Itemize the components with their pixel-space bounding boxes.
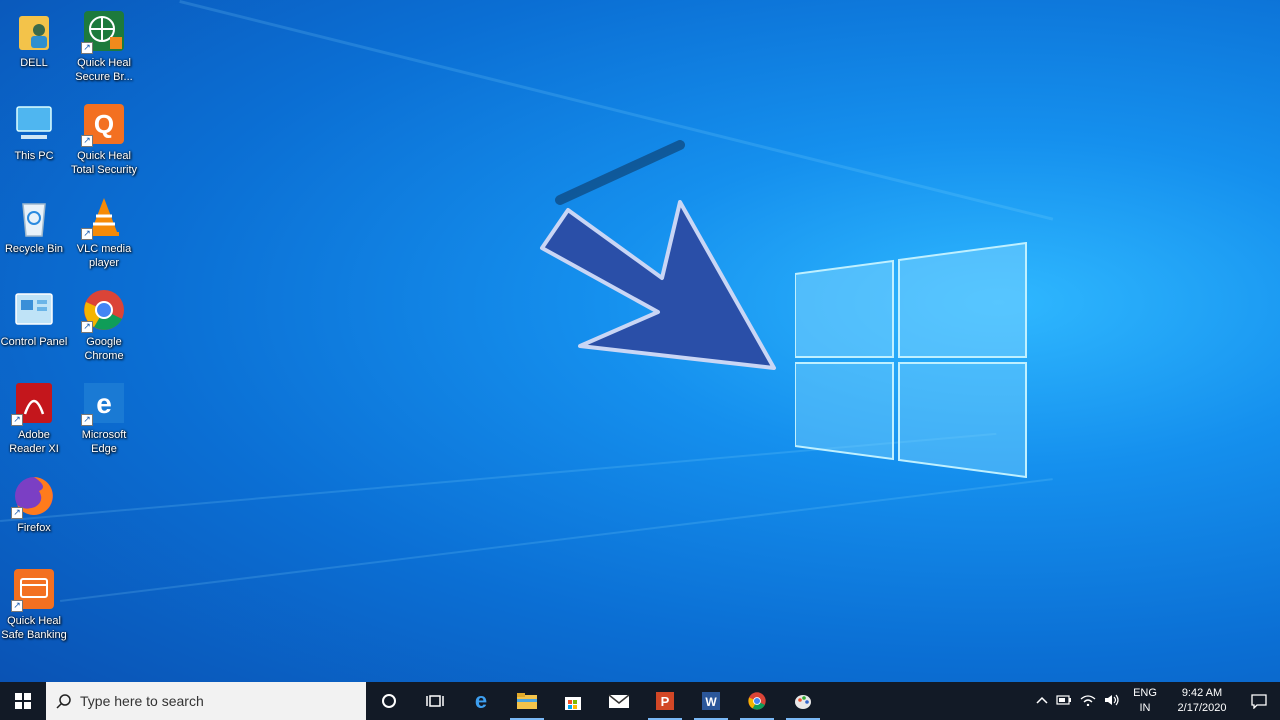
- clock-time: 9:42 AM: [1181, 687, 1223, 699]
- taskbar-word[interactable]: W: [688, 682, 734, 720]
- search-icon: [56, 694, 71, 709]
- taskbar-mail[interactable]: [596, 682, 642, 720]
- desktop-icon-quick-heal[interactable]: Q ↗ Quick Heal Total Security: [70, 101, 138, 177]
- taskbar-file-explorer[interactable]: [504, 682, 550, 720]
- desktop-icon-safe-banking[interactable]: ↗ Quick Heal Safe Banking: [0, 566, 68, 642]
- quick-heal-icon: Q ↗: [81, 101, 127, 147]
- windows-start-icon: [15, 693, 31, 709]
- language-code: ENG: [1133, 687, 1157, 699]
- svg-text:W: W: [705, 695, 717, 709]
- paint-icon: [795, 695, 811, 709]
- svg-text:Q: Q: [94, 109, 114, 139]
- shortcut-arrow-icon: ↗: [11, 414, 23, 426]
- desktop-icon-edge[interactable]: e ↗ Microsoft Edge: [70, 380, 138, 456]
- safe-banking-icon: ↗: [11, 566, 57, 612]
- task-view-button[interactable]: [412, 682, 458, 720]
- taskbar-edge[interactable]: e: [458, 682, 504, 720]
- volume-icon: [1105, 694, 1119, 705]
- desktop-icon-label: Quick Heal Safe Banking: [1, 615, 67, 641]
- shortcut-arrow-icon: ↗: [11, 507, 23, 519]
- powerpoint-icon: P: [656, 692, 674, 710]
- word-icon: W: [702, 692, 720, 710]
- svg-text:e: e: [96, 388, 112, 419]
- recycle-bin-icon: [11, 194, 57, 240]
- edge-icon: e ↗: [81, 380, 127, 426]
- cortana-button[interactable]: [366, 682, 412, 720]
- search-placeholder: Type here to search: [80, 693, 204, 709]
- desktop-icon-chrome[interactable]: ↗ Google Chrome: [70, 287, 138, 363]
- desktop-icon-this-pc[interactable]: This PC: [0, 101, 68, 163]
- quick-heal-browser-icon: ↗: [81, 8, 127, 54]
- wifi-icon: [1080, 694, 1096, 706]
- clock-date: 2/17/2020: [1177, 702, 1227, 714]
- shortcut-arrow-icon: ↗: [81, 42, 93, 54]
- desktop-icon-label: Microsoft Edge: [81, 429, 127, 455]
- action-center-button[interactable]: [1238, 693, 1280, 709]
- store-icon: [565, 697, 581, 710]
- volume-button[interactable]: [1100, 694, 1124, 709]
- desktop-icon-label: Control Panel: [0, 336, 68, 348]
- desktop-icon-label: Adobe Reader XI: [9, 429, 59, 455]
- wallpaper-beam: [60, 478, 1053, 602]
- shortcut-arrow-icon: ↗: [81, 228, 93, 240]
- taskbar: Type here to search e P W ENG IN 9:42 AM…: [0, 682, 1280, 720]
- firefox-icon: ↗: [11, 473, 57, 519]
- task-view-icon: [426, 695, 444, 707]
- desktop-icon-label: Firefox: [17, 522, 51, 534]
- mail-icon: [608, 694, 630, 708]
- computer-icon: [11, 101, 57, 147]
- desktop-icon-label: Recycle Bin: [4, 243, 64, 255]
- shortcut-arrow-icon: ↗: [81, 135, 93, 147]
- clock[interactable]: 9:42 AM 2/17/2020: [1166, 686, 1238, 716]
- taskbar-paint[interactable]: [780, 682, 826, 720]
- desktop-icon-label: Google Chrome: [84, 336, 124, 362]
- search-box[interactable]: Type here to search: [46, 682, 366, 720]
- shortcut-arrow-icon: ↗: [81, 414, 93, 426]
- desktop-icon-label: This PC: [14, 150, 54, 162]
- desktop-icon-dell[interactable]: DELL: [0, 8, 68, 70]
- desktop-icon-label: Quick Heal Secure Br...: [75, 57, 133, 83]
- chrome-icon: [748, 692, 766, 710]
- region-code: IN: [1139, 702, 1151, 714]
- desktop-icon-firefox[interactable]: ↗ Firefox: [0, 473, 68, 535]
- battery-icon: [1056, 694, 1071, 705]
- windows-logo: [795, 242, 1027, 478]
- svg-text:P: P: [661, 694, 670, 709]
- desktop-icon-quick-heal-browser[interactable]: ↗ Quick Heal Secure Br...: [70, 8, 138, 84]
- pointer-arrow-icon: [540, 140, 776, 370]
- adobe-reader-icon: ↗: [11, 380, 57, 426]
- edge-icon: e: [475, 690, 487, 712]
- system-tray: ENG IN 9:42 AM 2/17/2020: [1032, 682, 1280, 720]
- desktop-icon-label: VLC media player: [76, 243, 132, 269]
- desktop[interactable]: DELL ↗ Quick Heal Secure Br... This PC Q…: [0, 0, 1280, 682]
- user-folder-icon: [11, 8, 57, 54]
- start-button[interactable]: [0, 682, 46, 720]
- shortcut-arrow-icon: ↗: [81, 321, 93, 333]
- battery-button[interactable]: [1052, 694, 1076, 708]
- desktop-icon-recycle-bin[interactable]: Recycle Bin: [0, 194, 68, 256]
- desktop-icon-label: Quick Heal Total Security: [70, 150, 138, 176]
- desktop-icon-vlc[interactable]: ↗ VLC media player: [70, 194, 138, 270]
- show-hidden-icons-button[interactable]: [1032, 695, 1052, 708]
- input-language-button[interactable]: ENG IN: [1124, 686, 1166, 716]
- desktop-icon-adobe-reader[interactable]: ↗ Adobe Reader XI: [0, 380, 68, 456]
- desktop-icon-control-panel[interactable]: Control Panel: [0, 287, 68, 349]
- shortcut-arrow-icon: ↗: [11, 600, 23, 612]
- control-panel-icon: [11, 287, 57, 333]
- chevron-up-icon: [1036, 696, 1048, 704]
- desktop-icon-label: DELL: [20, 57, 48, 69]
- taskbar-chrome[interactable]: [734, 682, 780, 720]
- file-explorer-icon: [517, 693, 537, 709]
- vlc-icon: ↗: [81, 194, 127, 240]
- network-button[interactable]: [1076, 694, 1100, 709]
- svg-text:e: e: [475, 690, 487, 712]
- cortana-icon: [382, 694, 396, 708]
- chrome-icon: ↗: [81, 287, 127, 333]
- notification-icon: [1251, 694, 1267, 709]
- taskbar-store[interactable]: [550, 682, 596, 720]
- taskbar-powerpoint[interactable]: P: [642, 682, 688, 720]
